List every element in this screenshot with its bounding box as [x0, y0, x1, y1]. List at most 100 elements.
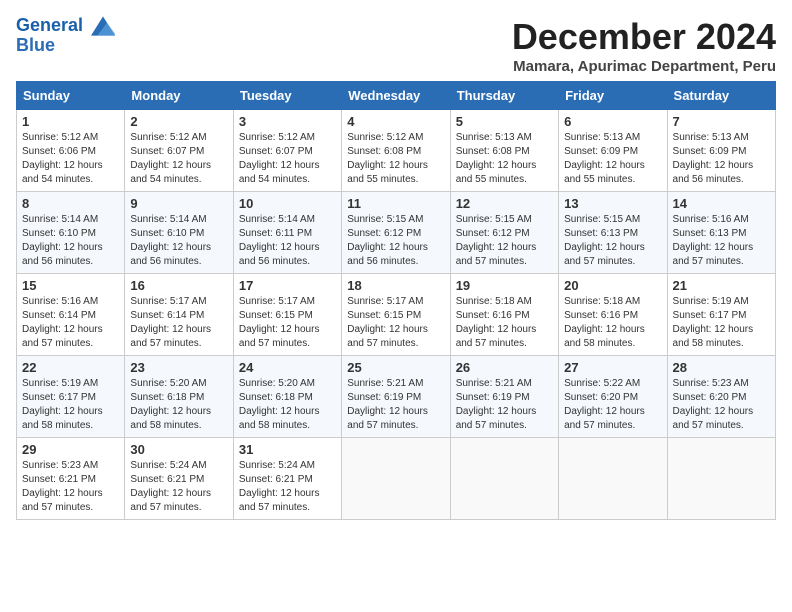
day-info: Sunrise: 5:20 AM Sunset: 6:18 PM Dayligh… [239, 377, 336, 433]
calendar-body: 1 Sunrise: 5:12 AM Sunset: 6:06 PM Dayli… [17, 110, 776, 520]
day-number: 31 [239, 442, 336, 457]
calendar-day-cell: 27 Sunrise: 5:22 AM Sunset: 6:20 PM Dayl… [559, 356, 667, 438]
day-number: 30 [130, 442, 227, 457]
day-info: Sunrise: 5:21 AM Sunset: 6:19 PM Dayligh… [456, 377, 553, 433]
calendar-day-cell: 9 Sunrise: 5:14 AM Sunset: 6:10 PM Dayli… [125, 192, 233, 274]
calendar-day-cell: 7 Sunrise: 5:13 AM Sunset: 6:09 PM Dayli… [667, 110, 775, 192]
day-number: 7 [673, 114, 770, 129]
day-number: 15 [22, 278, 119, 293]
calendar-day-cell: 31 Sunrise: 5:24 AM Sunset: 6:21 PM Dayl… [233, 438, 341, 520]
calendar-day-cell [559, 438, 667, 520]
calendar-day-cell: 18 Sunrise: 5:17 AM Sunset: 6:15 PM Dayl… [342, 274, 450, 356]
calendar-week-row: 15 Sunrise: 5:16 AM Sunset: 6:14 PM Dayl… [17, 274, 776, 356]
day-number: 14 [673, 196, 770, 211]
day-number: 8 [22, 196, 119, 211]
day-header: Friday [559, 82, 667, 110]
day-number: 21 [673, 278, 770, 293]
day-info: Sunrise: 5:12 AM Sunset: 6:08 PM Dayligh… [347, 131, 444, 187]
day-info: Sunrise: 5:15 AM Sunset: 6:12 PM Dayligh… [347, 213, 444, 269]
day-number: 23 [130, 360, 227, 375]
logo: General Blue [16, 16, 115, 56]
calendar-day-cell: 28 Sunrise: 5:23 AM Sunset: 6:20 PM Dayl… [667, 356, 775, 438]
day-number: 1 [22, 114, 119, 129]
day-info: Sunrise: 5:15 AM Sunset: 6:12 PM Dayligh… [456, 213, 553, 269]
day-number: 16 [130, 278, 227, 293]
day-number: 10 [239, 196, 336, 211]
day-header: Tuesday [233, 82, 341, 110]
calendar-day-cell: 16 Sunrise: 5:17 AM Sunset: 6:14 PM Dayl… [125, 274, 233, 356]
day-info: Sunrise: 5:16 AM Sunset: 6:13 PM Dayligh… [673, 213, 770, 269]
calendar-day-cell: 12 Sunrise: 5:15 AM Sunset: 6:12 PM Dayl… [450, 192, 558, 274]
calendar-day-cell: 4 Sunrise: 5:12 AM Sunset: 6:08 PM Dayli… [342, 110, 450, 192]
month-title: December 2024 [512, 16, 776, 58]
calendar-day-cell: 23 Sunrise: 5:20 AM Sunset: 6:18 PM Dayl… [125, 356, 233, 438]
calendar-week-row: 22 Sunrise: 5:19 AM Sunset: 6:17 PM Dayl… [17, 356, 776, 438]
calendar-day-cell: 29 Sunrise: 5:23 AM Sunset: 6:21 PM Dayl… [17, 438, 125, 520]
calendar-day-cell: 10 Sunrise: 5:14 AM Sunset: 6:11 PM Dayl… [233, 192, 341, 274]
day-header: Saturday [667, 82, 775, 110]
calendar-day-cell: 25 Sunrise: 5:21 AM Sunset: 6:19 PM Dayl… [342, 356, 450, 438]
day-info: Sunrise: 5:22 AM Sunset: 6:20 PM Dayligh… [564, 377, 661, 433]
calendar-week-row: 1 Sunrise: 5:12 AM Sunset: 6:06 PM Dayli… [17, 110, 776, 192]
day-number: 28 [673, 360, 770, 375]
day-header: Sunday [17, 82, 125, 110]
day-info: Sunrise: 5:12 AM Sunset: 6:07 PM Dayligh… [239, 131, 336, 187]
day-info: Sunrise: 5:13 AM Sunset: 6:09 PM Dayligh… [673, 131, 770, 187]
day-number: 4 [347, 114, 444, 129]
day-info: Sunrise: 5:18 AM Sunset: 6:16 PM Dayligh… [564, 295, 661, 351]
day-number: 13 [564, 196, 661, 211]
day-info: Sunrise: 5:17 AM Sunset: 6:14 PM Dayligh… [130, 295, 227, 351]
calendar-table: SundayMondayTuesdayWednesdayThursdayFrid… [16, 81, 776, 520]
day-info: Sunrise: 5:12 AM Sunset: 6:06 PM Dayligh… [22, 131, 119, 187]
calendar-day-cell: 17 Sunrise: 5:17 AM Sunset: 6:15 PM Dayl… [233, 274, 341, 356]
title-section: December 2024 Mamara, Apurimac Departmen… [512, 16, 776, 75]
calendar-day-cell [342, 438, 450, 520]
day-number: 6 [564, 114, 661, 129]
day-info: Sunrise: 5:14 AM Sunset: 6:10 PM Dayligh… [130, 213, 227, 269]
day-info: Sunrise: 5:17 AM Sunset: 6:15 PM Dayligh… [239, 295, 336, 351]
calendar-day-cell: 11 Sunrise: 5:15 AM Sunset: 6:12 PM Dayl… [342, 192, 450, 274]
page-header: General Blue December 2024 Mamara, Apuri… [16, 16, 776, 75]
day-header: Monday [125, 82, 233, 110]
calendar-day-cell: 22 Sunrise: 5:19 AM Sunset: 6:17 PM Dayl… [17, 356, 125, 438]
calendar-week-row: 8 Sunrise: 5:14 AM Sunset: 6:10 PM Dayli… [17, 192, 776, 274]
calendar-day-cell: 26 Sunrise: 5:21 AM Sunset: 6:19 PM Dayl… [450, 356, 558, 438]
day-info: Sunrise: 5:16 AM Sunset: 6:14 PM Dayligh… [22, 295, 119, 351]
day-number: 9 [130, 196, 227, 211]
day-info: Sunrise: 5:17 AM Sunset: 6:15 PM Dayligh… [347, 295, 444, 351]
day-number: 24 [239, 360, 336, 375]
day-info: Sunrise: 5:19 AM Sunset: 6:17 PM Dayligh… [673, 295, 770, 351]
day-info: Sunrise: 5:15 AM Sunset: 6:13 PM Dayligh… [564, 213, 661, 269]
calendar-day-cell: 1 Sunrise: 5:12 AM Sunset: 6:06 PM Dayli… [17, 110, 125, 192]
calendar-day-cell: 21 Sunrise: 5:19 AM Sunset: 6:17 PM Dayl… [667, 274, 775, 356]
calendar-day-cell: 8 Sunrise: 5:14 AM Sunset: 6:10 PM Dayli… [17, 192, 125, 274]
day-number: 3 [239, 114, 336, 129]
calendar-day-cell: 30 Sunrise: 5:24 AM Sunset: 6:21 PM Dayl… [125, 438, 233, 520]
day-info: Sunrise: 5:13 AM Sunset: 6:08 PM Dayligh… [456, 131, 553, 187]
calendar-day-cell: 20 Sunrise: 5:18 AM Sunset: 6:16 PM Dayl… [559, 274, 667, 356]
day-info: Sunrise: 5:14 AM Sunset: 6:11 PM Dayligh… [239, 213, 336, 269]
calendar-day-cell: 15 Sunrise: 5:16 AM Sunset: 6:14 PM Dayl… [17, 274, 125, 356]
day-number: 19 [456, 278, 553, 293]
day-info: Sunrise: 5:24 AM Sunset: 6:21 PM Dayligh… [239, 459, 336, 515]
logo-text: General [16, 16, 115, 36]
day-number: 12 [456, 196, 553, 211]
day-number: 27 [564, 360, 661, 375]
calendar-header-row: SundayMondayTuesdayWednesdayThursdayFrid… [17, 82, 776, 110]
day-info: Sunrise: 5:23 AM Sunset: 6:21 PM Dayligh… [22, 459, 119, 515]
calendar-day-cell: 3 Sunrise: 5:12 AM Sunset: 6:07 PM Dayli… [233, 110, 341, 192]
calendar-day-cell: 2 Sunrise: 5:12 AM Sunset: 6:07 PM Dayli… [125, 110, 233, 192]
day-info: Sunrise: 5:23 AM Sunset: 6:20 PM Dayligh… [673, 377, 770, 433]
calendar-day-cell: 13 Sunrise: 5:15 AM Sunset: 6:13 PM Dayl… [559, 192, 667, 274]
day-info: Sunrise: 5:14 AM Sunset: 6:10 PM Dayligh… [22, 213, 119, 269]
calendar-day-cell [450, 438, 558, 520]
day-info: Sunrise: 5:12 AM Sunset: 6:07 PM Dayligh… [130, 131, 227, 187]
day-number: 26 [456, 360, 553, 375]
calendar-day-cell: 19 Sunrise: 5:18 AM Sunset: 6:16 PM Dayl… [450, 274, 558, 356]
calendar-day-cell: 5 Sunrise: 5:13 AM Sunset: 6:08 PM Dayli… [450, 110, 558, 192]
calendar-day-cell [667, 438, 775, 520]
calendar-day-cell: 6 Sunrise: 5:13 AM Sunset: 6:09 PM Dayli… [559, 110, 667, 192]
calendar-week-row: 29 Sunrise: 5:23 AM Sunset: 6:21 PM Dayl… [17, 438, 776, 520]
calendar-day-cell: 24 Sunrise: 5:20 AM Sunset: 6:18 PM Dayl… [233, 356, 341, 438]
day-header: Wednesday [342, 82, 450, 110]
